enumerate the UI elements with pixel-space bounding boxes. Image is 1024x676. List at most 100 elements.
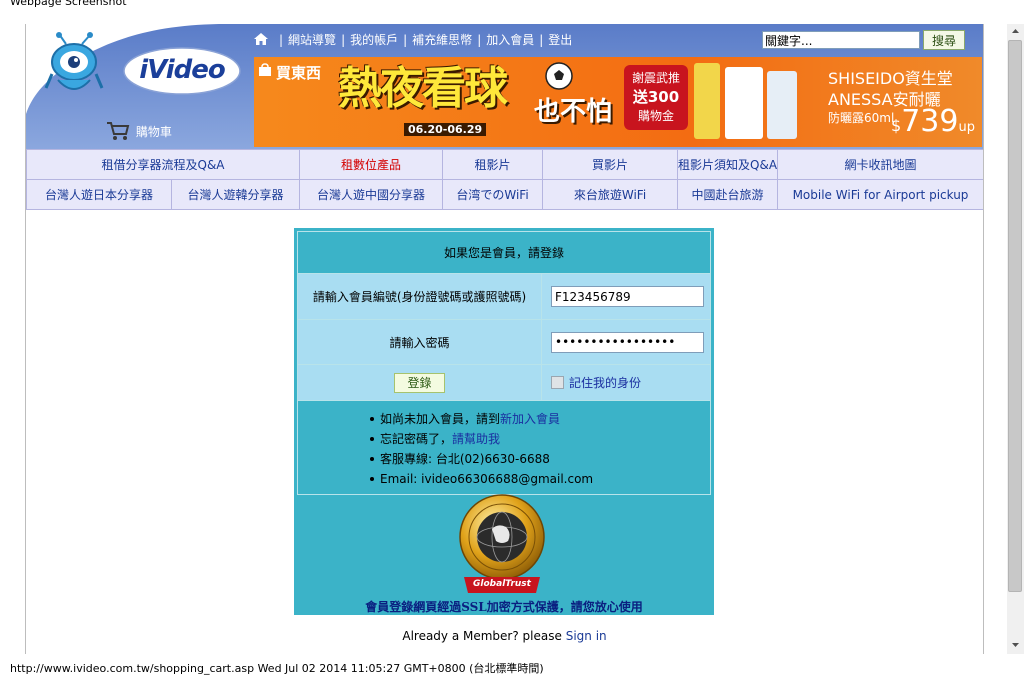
member-id-input[interactable] [551, 286, 704, 307]
shop-bag-icon [259, 63, 271, 76]
join-prefix: 如尚未加入會員，請到 [380, 412, 501, 426]
nav-japan-router[interactable]: 台灣人遊日本分享器 [26, 179, 172, 210]
join-member-link[interactable]: 新加入會員 [500, 412, 560, 426]
header: iVideo 購物車 | 網站導覽 | 我的帳戶 | 補充維思幣 | 加入會員 | 登出 搜尋 [26, 24, 983, 149]
login-button[interactable]: 登錄 [394, 372, 445, 393]
page-frame: iVideo 購物車 | 網站導覽 | 我的帳戶 | 補充維思幣 | 加入會員 | 登出 搜尋 [25, 24, 984, 654]
forgot-password-link[interactable]: 請幫助我 [452, 432, 500, 446]
scroll-up-icon[interactable] [1007, 24, 1024, 38]
search-button[interactable]: 搜尋 [923, 30, 965, 50]
service-email: Email: ivideo66306688@gmail.com [380, 472, 594, 486]
list-item: 忘記密碼了，請幫助我 [370, 429, 710, 449]
nav-coverage-map[interactable]: 網卡收訊地圖 [777, 149, 983, 180]
ivideo-logo[interactable]: iVideo [122, 46, 242, 96]
forgot-prefix: 忘記密碼了， [380, 432, 453, 446]
seal-brand: GlobalTrust [473, 579, 531, 589]
cart-link[interactable]: 購物車 [106, 120, 172, 142]
nav-rental-router-qa[interactable]: 租借分享器流程及Q&A [26, 149, 301, 180]
promo-banner[interactable]: 買東西 熱夜看球 也不怕 06.20-06.29 謝震武推 送300 購物金 S… [254, 57, 982, 147]
search-input[interactable] [762, 31, 920, 49]
banner-promo-box: 謝震武推 送300 購物金 [624, 65, 688, 130]
login-panel: 如果您是會員，請登錄 請輸入會員編號(身份證號碼或護照號碼) 請輸入密碼 登錄 [294, 228, 714, 615]
nav-rent-movie[interactable]: 租影片 [442, 149, 544, 180]
list-item: 如尚未加入會員，請到新加入會員 [370, 409, 710, 429]
banner-headline: 熱夜看球 [338, 63, 508, 114]
cart-label: 購物車 [135, 125, 172, 139]
already-text: Already a Member? please [402, 629, 562, 643]
remember-label: 記住我的身份 [569, 376, 642, 390]
nav-buy-movie[interactable]: 買影片 [542, 149, 679, 180]
nav-china-router[interactable]: 台灣人遊中國分享器 [299, 179, 444, 210]
banner-price: $739up [891, 105, 975, 139]
service-phone: 客服專線: 台北(02)6630-6688 [380, 452, 550, 466]
password-cell [542, 320, 710, 364]
price-suffix: up [958, 120, 975, 135]
soccer-ball-icon [545, 62, 573, 90]
nav-separator: | [279, 33, 284, 47]
price-symbol: $ [891, 116, 902, 135]
banner-headline-tail: 也不怕 [534, 97, 613, 127]
already-member: Already a Member? please Sign in [26, 629, 983, 643]
password-label: 請輸入密碼 [298, 320, 542, 364]
nav-visit-taiwan-wifi[interactable]: 來台旅遊WiFi [542, 179, 679, 210]
nav-separator: | [477, 33, 482, 47]
banner-product: 防曬露60ml [828, 111, 895, 125]
home-icon[interactable] [254, 33, 268, 45]
nav-topup-coins[interactable]: 補充維思幣 [412, 33, 472, 47]
category-nav: 租借分享器流程及Q&A 租數位產品 租影片 買影片 租影片須知及Q&A 網卡收訊… [26, 149, 983, 210]
nav-logout[interactable]: 登出 [548, 33, 572, 47]
nav-rent-digital[interactable]: 租數位產品 [299, 149, 444, 180]
nav-join-member[interactable]: 加入會員 [486, 33, 534, 47]
nav-separator: | [341, 33, 346, 47]
price-value: 739 [901, 104, 959, 139]
ssl-seal[interactable]: GlobalTrust [458, 493, 546, 596]
list-item: Email: ivideo66306688@gmail.com [370, 469, 710, 489]
promo-line-3: 購物金 [637, 109, 674, 123]
remember-checkbox[interactable] [551, 376, 564, 389]
member-id-row: 請輸入會員編號(身份證號碼或護照號碼) [298, 274, 710, 320]
member-id-cell [542, 274, 710, 319]
nav-korea-router[interactable]: 台灣人遊韓分享器 [170, 179, 301, 210]
bullet-icon [370, 457, 374, 461]
nav-airport-pickup[interactable]: Mobile WiFi for Airport pickup [777, 179, 983, 210]
scroll-down-icon[interactable] [1007, 638, 1024, 652]
bullet-icon [370, 417, 374, 421]
ssl-note: 會員登錄網頁經過SSL加密方式保護，請您放心使用 [365, 600, 643, 614]
submit-cell: 登錄 [298, 365, 542, 400]
login-title-row: 如果您是會員，請登錄 [298, 232, 710, 274]
login-title: 如果您是會員，請登錄 [443, 246, 564, 260]
nav-china-to-taiwan[interactable]: 中國赴台旅游 [677, 179, 779, 210]
bullet-icon [370, 437, 374, 441]
logo-text: iVideo [139, 55, 226, 85]
nav-taiwan-wifi-jp[interactable]: 台湾でのWiFi [442, 179, 544, 210]
remember-cell: 記住我的身份 [542, 365, 710, 400]
cart-icon [107, 122, 130, 140]
category-row-1: 租借分享器流程及Q&A 租數位產品 租影片 買影片 租影片須知及Q&A 網卡收訊… [26, 149, 983, 180]
mascot-icon [44, 32, 104, 90]
scroll-thumb[interactable] [1008, 40, 1022, 592]
password-row: 請輸入密碼 [298, 320, 710, 365]
member-info: 如尚未加入會員，請到新加入會員 忘記密碼了，請幫助我 客服專線: 台北(02)6… [298, 401, 710, 496]
sign-in-link[interactable]: Sign in [566, 629, 607, 643]
nav-separator: | [539, 33, 544, 47]
nav-sitemap[interactable]: 網站導覽 [288, 33, 336, 47]
bullet-icon [370, 477, 374, 481]
search-area: 搜尋 [762, 30, 965, 50]
top-nav: | 網站導覽 | 我的帳戶 | 補充維思幣 | 加入會員 | 登出 [254, 31, 572, 48]
window-caption: Webpage Screenshot [10, 0, 127, 8]
nav-my-account[interactable]: 我的帳戶 [350, 33, 398, 47]
banner-dates: 06.20-06.29 [404, 123, 487, 136]
list-item: 客服專線: 台北(02)6630-6688 [370, 449, 710, 469]
promo-line-1: 謝震武推 [631, 71, 680, 85]
promo-line-2: 送300 [632, 88, 680, 106]
category-row-2: 台灣人遊日本分享器 台灣人遊韓分享器 台灣人遊中國分享器 台湾でのWiFi 來台… [26, 179, 983, 210]
vertical-scrollbar[interactable] [1007, 24, 1024, 654]
remember-me[interactable]: 記住我的身份 [551, 374, 641, 391]
member-id-label: 請輸入會員編號(身份證號碼或護照號碼) [298, 274, 542, 319]
password-input[interactable] [551, 331, 704, 353]
submit-row: 登錄 記住我的身份 [298, 365, 710, 401]
member-info-list: 如尚未加入會員，請到新加入會員 忘記密碼了，請幫助我 客服專線: 台北(02)6… [370, 409, 710, 489]
nav-rent-movie-qa[interactable]: 租影片須知及Q&A [677, 149, 779, 180]
banner-shop: 買東西 [276, 64, 322, 82]
login-form: 如果您是會員，請登錄 請輸入會員編號(身份證號碼或護照號碼) 請輸入密碼 登錄 [297, 231, 711, 495]
